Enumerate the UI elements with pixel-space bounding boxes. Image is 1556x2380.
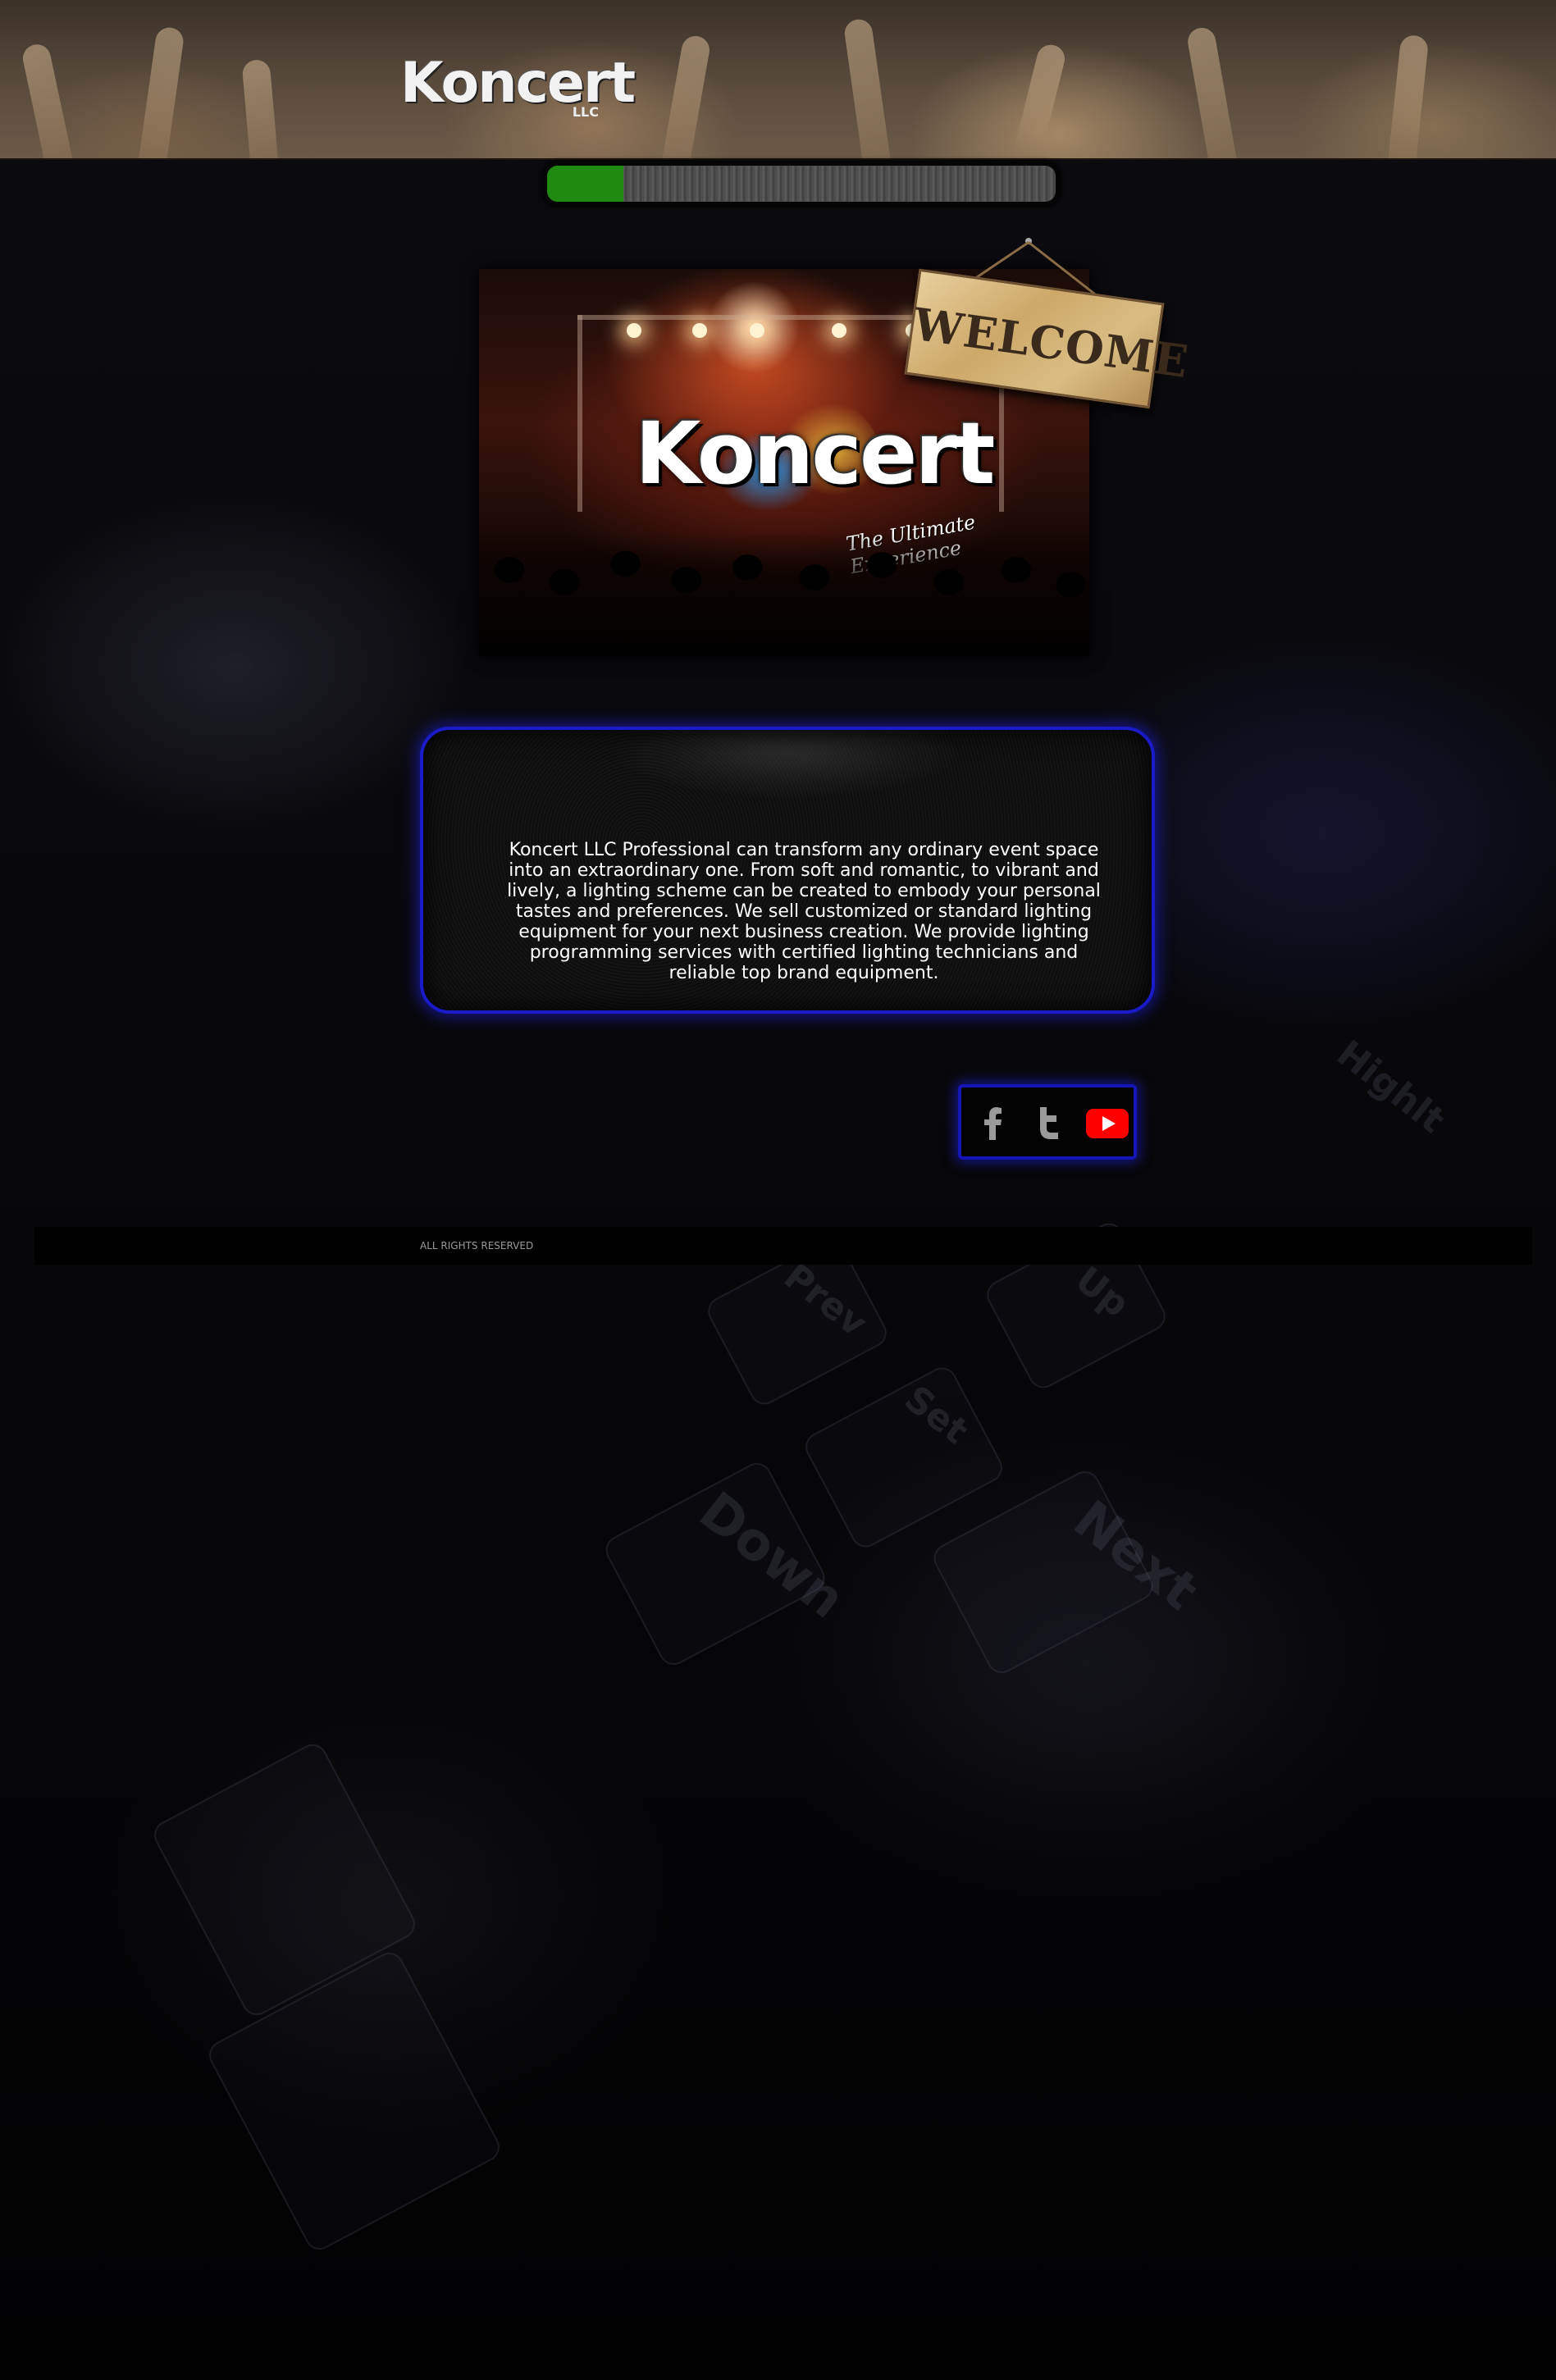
crowd-hand bbox=[138, 25, 185, 158]
crowd-hand bbox=[1185, 25, 1238, 158]
stage-light bbox=[692, 323, 707, 338]
stage-light bbox=[750, 323, 764, 338]
about-text: Koncert LLC Professional can transform a… bbox=[507, 840, 1101, 983]
copyright-text: ALL RIGHTS RESERVED bbox=[420, 1240, 534, 1252]
bg-key-label: Highlt bbox=[1329, 1032, 1453, 1142]
hero-brand: Koncert bbox=[635, 404, 995, 504]
stage-light bbox=[832, 323, 846, 338]
header-banner: Koncert LLC bbox=[0, 0, 1556, 160]
youtube-icon[interactable] bbox=[1084, 1104, 1129, 1142]
crowd-hand bbox=[241, 58, 279, 158]
progress-track-inner bbox=[547, 166, 1056, 202]
facebook-icon[interactable] bbox=[974, 1104, 1012, 1142]
welcome-sign-text: WELCOME bbox=[910, 297, 1193, 389]
crowd-hand bbox=[661, 34, 712, 158]
twitter-icon[interactable] bbox=[1030, 1104, 1068, 1142]
stage-truss bbox=[577, 315, 582, 512]
progress-fill bbox=[547, 166, 623, 202]
about-panel: Koncert LLC Professional can transform a… bbox=[420, 727, 1155, 1014]
footer: ALL RIGHTS RESERVED bbox=[34, 1227, 1532, 1265]
logo-wordmark: Koncert bbox=[400, 51, 636, 116]
crowd-hand bbox=[20, 42, 74, 158]
crowd-silhouette bbox=[479, 533, 1089, 656]
crowd-hand bbox=[1011, 42, 1068, 158]
crowd-hand bbox=[1387, 34, 1430, 158]
logo-sub: LLC bbox=[572, 104, 599, 120]
progress-bar bbox=[542, 161, 1061, 207]
stage-light bbox=[627, 323, 641, 338]
crowd-hand bbox=[842, 17, 892, 158]
bg-key bbox=[800, 1362, 1008, 1552]
site-logo[interactable]: Koncert LLC bbox=[400, 51, 636, 120]
social-bar bbox=[958, 1084, 1137, 1160]
